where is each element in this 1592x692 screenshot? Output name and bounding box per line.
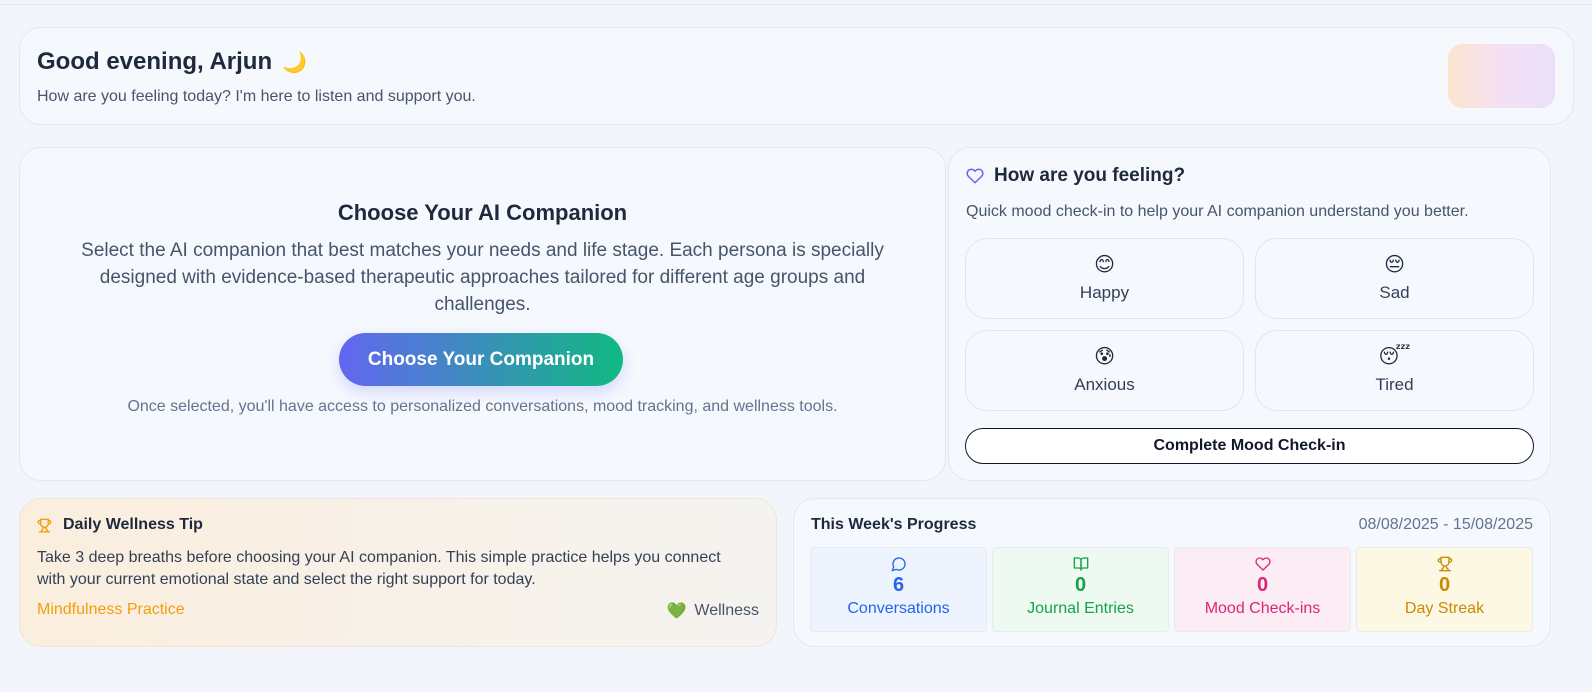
tip-title: Daily Wellness Tip [63, 516, 203, 533]
mood-option-tired[interactable]: 😴 Tired [1255, 330, 1534, 411]
mood-option-label: Sad [1379, 283, 1410, 302]
chat-icon [891, 557, 906, 572]
top-divider [0, 4, 1592, 5]
wellness-badge: 💚 Wellness [666, 601, 759, 621]
greeting-subtitle: How are you feeling today? I'm here to l… [37, 88, 476, 105]
trophy-icon [37, 518, 52, 532]
greeting-title-text: Good evening, Arjun [37, 48, 273, 75]
greeting-card: Good evening, Arjun 🌙 How are you feeling… [19, 27, 1574, 125]
stat-conversations: 6 Conversations [810, 547, 987, 632]
sad-face-icon: 😔 [1384, 254, 1405, 276]
green-heart-icon: 💚 [666, 603, 687, 620]
greeting-title: Good evening, Arjun 🌙 [37, 48, 307, 76]
moon-icon: 🌙 [282, 52, 308, 74]
tip-category: Mindfulness Practice [37, 601, 185, 618]
stat-label: Conversations [847, 600, 950, 617]
trophy-icon [1437, 556, 1452, 572]
tip-header: Daily Wellness Tip [37, 516, 203, 534]
mood-option-happy[interactable]: 😊 Happy [965, 238, 1244, 319]
mood-option-label: Tired [1375, 375, 1414, 394]
mood-option-sad[interactable]: 😔 Sad [1255, 238, 1534, 319]
heart-icon [966, 168, 984, 184]
stat-mood-checkins: 0 Mood Check-ins [1174, 547, 1351, 632]
weekly-progress-card: This Week's Progress 08/08/2025 - 15/08/… [793, 498, 1551, 647]
mood-header: How are you feeling? [966, 165, 1185, 187]
mood-title: How are you feeling? [994, 165, 1186, 186]
wellness-badge-label: Wellness [694, 602, 759, 619]
stat-label: Day Streak [1404, 600, 1485, 617]
heart-icon [1254, 557, 1271, 571]
progress-date-range: 08/08/2025 - 15/08/2025 [1358, 516, 1533, 533]
stat-label: Mood Check-ins [1204, 600, 1321, 617]
progress-title: This Week's Progress [811, 516, 977, 533]
mood-card: How are you feeling? Quick mood check-in… [948, 147, 1551, 481]
happy-face-icon: 😊 [1094, 254, 1115, 276]
stat-journal-entries: 0 Journal Entries [992, 547, 1169, 632]
companion-card: Choose Your AI Companion Select the AI c… [19, 147, 946, 481]
sleepy-face-icon: 😴 [1378, 346, 1411, 368]
stat-day-streak: 0 Day Streak [1356, 547, 1533, 632]
companion-title: Choose Your AI Companion [337, 200, 628, 225]
stat-value: 0 [1438, 574, 1451, 596]
complete-mood-checkin-button[interactable]: Complete Mood Check-in [965, 428, 1534, 464]
tip-body: Take 3 deep breaths before choosing your… [37, 549, 721, 588]
companion-description: Select the AI companion that best matche… [81, 240, 884, 315]
anxious-face-icon: 😰 [1094, 346, 1115, 368]
companion-note: Once selected, you'll have access to per… [127, 398, 838, 415]
mood-option-label: Anxious [1074, 375, 1135, 394]
mood-option-label: Happy [1079, 283, 1130, 302]
book-icon [1073, 557, 1088, 571]
stat-value: 0 [1074, 574, 1087, 596]
wellness-tip-card: Daily Wellness Tip Take 3 deep breaths b… [19, 498, 777, 647]
greeting-decoration [1448, 44, 1555, 108]
stat-value: 0 [1256, 574, 1269, 596]
stat-label: Journal Entries [1027, 600, 1134, 617]
choose-companion-button[interactable]: Choose Your Companion [339, 333, 623, 386]
mood-subtitle: Quick mood check-in to help your AI comp… [966, 203, 1469, 220]
stat-value: 6 [892, 574, 905, 596]
mood-option-anxious[interactable]: 😰 Anxious [965, 330, 1244, 411]
